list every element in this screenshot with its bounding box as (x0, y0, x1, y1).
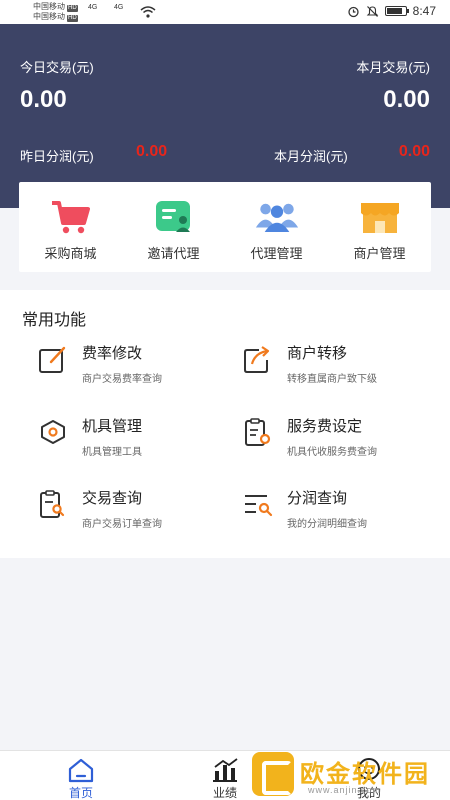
month-trade-label: 本月交易(元) (356, 60, 430, 75)
month-profit-value: 0.00 (398, 143, 430, 160)
store-icon (360, 203, 399, 233)
quick-item-label: 采购商城 (44, 246, 97, 261)
yesterday-profit-value: 0.00 (136, 143, 168, 160)
watermark: 欧金软件园 www.anjin.com (252, 752, 444, 800)
common-functions-section: 常用功能 费率修改 商户交易费率查询 商户转移 转移直属商户致下级 机具管理 机… (0, 290, 450, 558)
feature-name: 服务费设定 (287, 418, 363, 435)
tab-label: 首页 (68, 786, 93, 800)
group-icon (255, 203, 298, 232)
network-type-1: 4G (88, 4, 98, 11)
feature-device-management[interactable]: 机具管理 机具管理工具 (38, 415, 238, 471)
feature-rate-edit[interactable]: 费率修改 商户交易费率查询 (38, 342, 238, 398)
network-type-2: 4G (114, 4, 124, 11)
status-bar: 中国移动 HD 中国移动 HD 4G 4G 8:47 (0, 0, 450, 24)
quick-item-invite-agent[interactable]: 邀请代理 (122, 182, 225, 272)
month-trade-value: 0.00 (383, 86, 430, 113)
mute-icon (366, 5, 378, 17)
quick-item-label: 代理管理 (250, 246, 303, 261)
today-trade-value: 0.00 (20, 86, 67, 113)
feature-name: 分润查询 (287, 490, 348, 507)
alarm-icon (347, 6, 359, 17)
quick-item-label: 邀请代理 (147, 246, 200, 261)
section-title: 常用功能 (22, 312, 87, 329)
service-fee-icon (245, 418, 271, 446)
edit-icon (39, 346, 66, 373)
today-trade-label: 今日交易(元) (20, 60, 94, 75)
shopping-cart-icon (51, 201, 90, 234)
transfer-icon (244, 346, 270, 373)
month-profit-label: 本月分润(元) (274, 149, 348, 164)
feature-desc: 我的分润明细查询 (287, 519, 367, 530)
feature-name: 交易查询 (82, 490, 143, 507)
order-search-icon (40, 490, 65, 518)
summary-header: 今日交易(元) 0.00 本月交易(元) 0.00 昨日分润(元) 0.00 本… (0, 24, 450, 208)
feature-name: 机具管理 (82, 418, 143, 435)
quick-menu: 采购商城 邀请代理 代理管理 商户管理 (19, 182, 431, 272)
watermark-url: www.anjin.com (308, 785, 382, 795)
feature-profit-query[interactable]: 分润查询 我的分润明细查询 (243, 487, 443, 543)
tab-home[interactable]: 首页 (36, 751, 126, 800)
feature-trade-query[interactable]: 交易查询 商户交易订单查询 (38, 487, 238, 543)
wifi-icon (140, 6, 156, 18)
feature-desc: 商户交易费率查询 (82, 374, 162, 385)
watermark-text: 欧金软件园 (300, 761, 430, 788)
feature-desc: 转移直属商户致下级 (287, 374, 377, 385)
device-icon (41, 420, 65, 444)
feature-merchant-transfer[interactable]: 商户转移 转移直属商户致下级 (243, 342, 443, 398)
quick-item-purchase-mall[interactable]: 采购商城 (19, 182, 122, 272)
watermark-logo (252, 752, 294, 796)
quick-item-label: 商户管理 (353, 246, 406, 261)
clock: 8:47 (412, 4, 436, 18)
feature-desc: 机具管理工具 (82, 447, 142, 458)
feature-name: 商户转移 (287, 345, 348, 362)
battery-icon (384, 6, 409, 16)
feature-desc: 机具代收服务费查询 (287, 447, 377, 458)
feature-service-fee[interactable]: 服务费设定 机具代收服务费查询 (243, 415, 443, 471)
feature-name: 费率修改 (82, 345, 143, 362)
carrier-2: 中国移动 HD (33, 12, 78, 22)
carrier-1: 中国移动 HD (33, 2, 78, 12)
list-search-icon (245, 495, 273, 517)
quick-item-agent-management[interactable]: 代理管理 (225, 182, 328, 272)
home-icon (68, 758, 94, 783)
yesterday-profit-label: 昨日分润(元) (20, 149, 94, 164)
bar-chart-icon (213, 758, 238, 782)
feature-desc: 商户交易订单查询 (82, 519, 162, 530)
quick-item-merchant-management[interactable]: 商户管理 (328, 182, 431, 272)
invite-agent-icon (155, 201, 190, 232)
